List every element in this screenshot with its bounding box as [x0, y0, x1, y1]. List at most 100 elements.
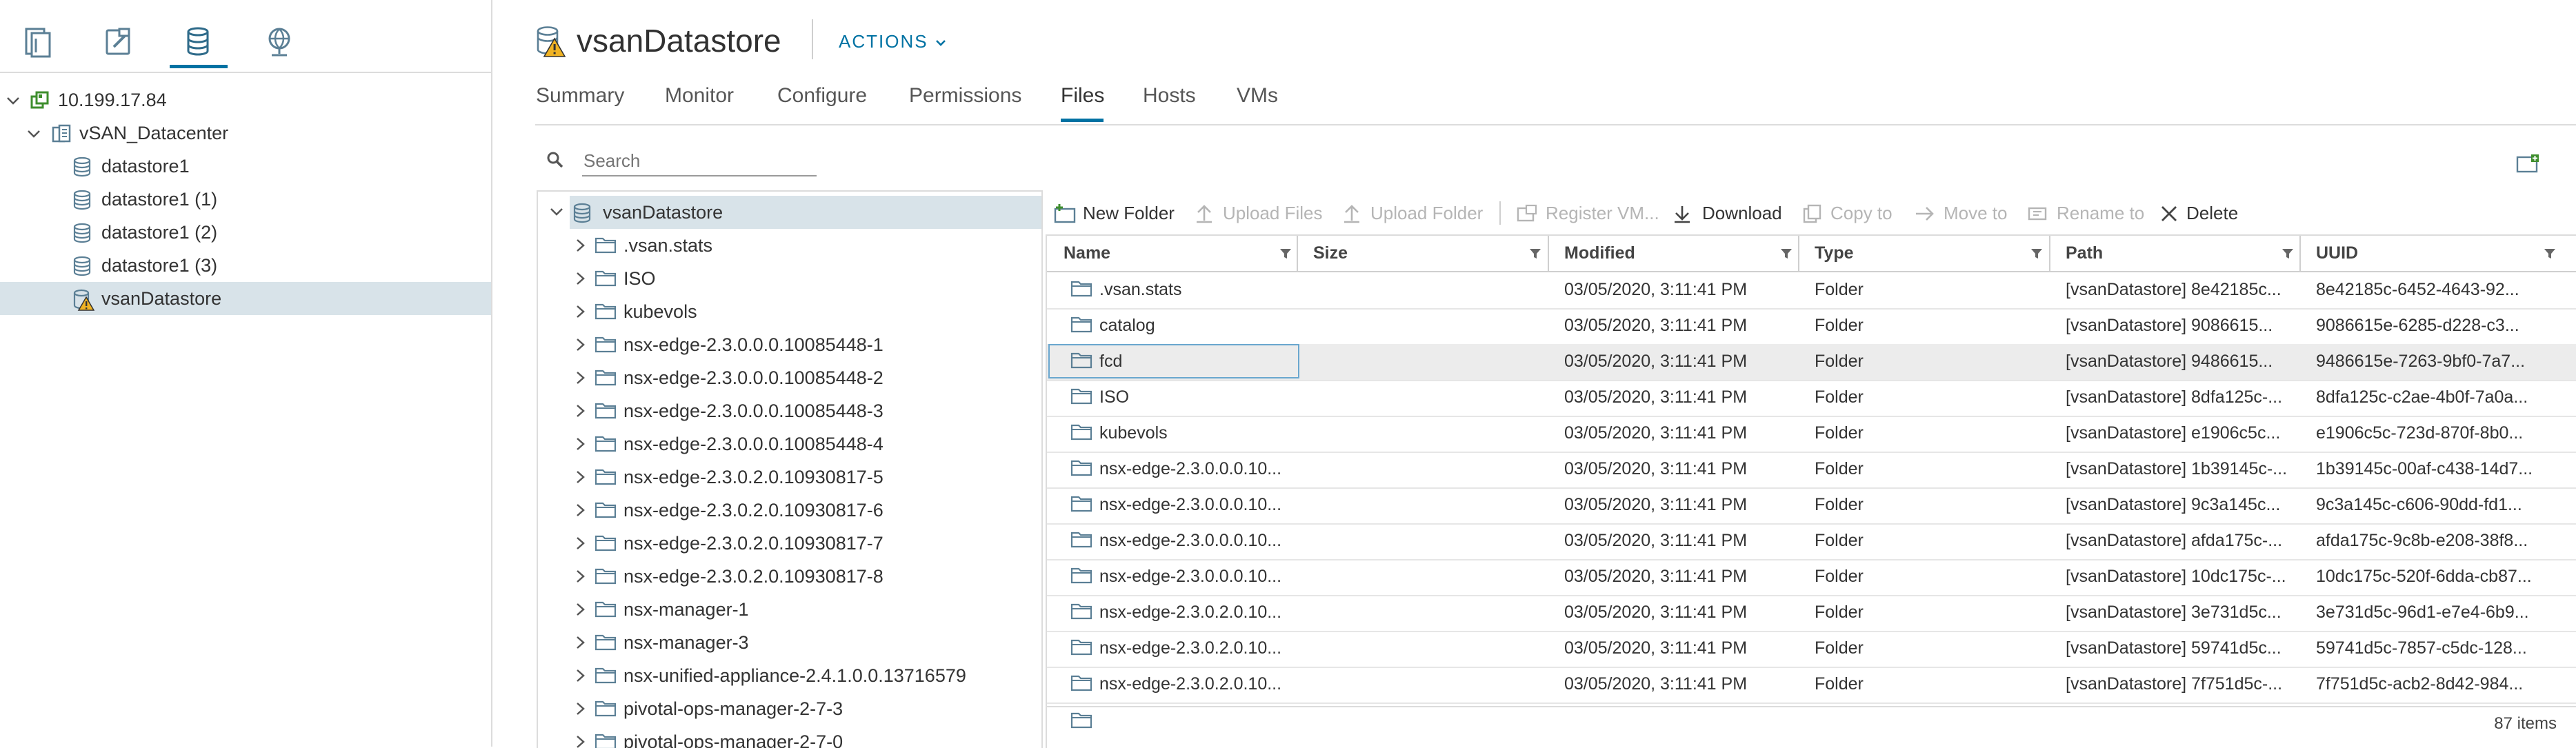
- tab-summary[interactable]: Summary: [536, 84, 624, 108]
- chevron-down-icon[interactable]: [26, 126, 41, 141]
- table-row[interactable]: nsx-edge-2.3.0.0.0.10... 03/05/2020, 3:11…: [1047, 559, 2576, 596]
- file-tree-item[interactable]: pivotal-ops-manager-2-7-3: [538, 692, 1039, 725]
- chevron-right-icon[interactable]: [572, 700, 588, 717]
- chevron-right-icon[interactable]: [572, 667, 588, 684]
- tree-item-datastore[interactable]: datastore1 (3): [0, 249, 491, 282]
- chevron-right-icon[interactable]: [572, 403, 588, 419]
- table-row[interactable]: nsx-edge-2.3.0.2.0.10... 03/05/2020, 3:11…: [1047, 595, 2576, 632]
- chevron-right-icon[interactable]: [572, 634, 588, 651]
- chevron-right-icon[interactable]: [572, 502, 588, 518]
- file-tree-item[interactable]: nsx-edge-2.3.0.0.0.10085448-2: [538, 361, 1039, 394]
- tree-item-vcenter[interactable]: 10.199.17.84: [0, 83, 491, 117]
- column-header-path[interactable]: Path: [2066, 236, 2299, 271]
- focused-cell-outline: [1048, 344, 1299, 378]
- cell-name: .vsan.stats: [1099, 280, 1182, 299]
- column-separator[interactable]: [2049, 236, 2050, 271]
- chevron-right-icon[interactable]: [572, 734, 588, 748]
- chevron-right-icon[interactable]: [572, 436, 588, 452]
- tab-hosts[interactable]: Hosts: [1143, 84, 1196, 108]
- file-tree-item[interactable]: nsx-edge-2.3.0.2.0.10930817-7: [538, 527, 1039, 560]
- tree-item-datastore[interactable]: datastore1 (1): [0, 183, 491, 216]
- chevron-down-icon[interactable]: [6, 93, 21, 108]
- table-row[interactable]: .vsan.stats 03/05/2020, 3:11:41 PM Folder […: [1047, 272, 2576, 310]
- table-row[interactable]: nsx-edge-2.3.0.0.0.10... 03/05/2020, 3:11…: [1047, 487, 2576, 525]
- tree-item-datacenter[interactable]: vSAN_Datacenter: [0, 117, 491, 150]
- chevron-right-icon[interactable]: [572, 568, 588, 585]
- chevron-right-icon[interactable]: [572, 370, 588, 386]
- chevron-right-icon[interactable]: [572, 469, 588, 485]
- tree-item-label: datastore1 (2): [101, 222, 218, 243]
- tab-vms[interactable]: VMs: [1237, 84, 1278, 108]
- column-separator[interactable]: [1548, 236, 1549, 271]
- tab-permissions[interactable]: Permissions: [909, 84, 1021, 108]
- file-tree-item[interactable]: nsx-manager-1: [538, 593, 1039, 626]
- file-tree-item[interactable]: pivotal-ops-manager-2-7-0: [538, 725, 1039, 748]
- file-tree-item[interactable]: nsx-unified-appliance-2.4.1.0.0.13716579: [538, 659, 1039, 692]
- table-row[interactable]: nsx-edge-2.3.0.0.0.10... 03/05/2020, 3:11…: [1047, 452, 2576, 489]
- table-row[interactable]: nsx-edge-2.3.0.2.0.10... 03/05/2020, 3:11…: [1047, 631, 2576, 668]
- cell-type: Folder: [1815, 674, 1864, 694]
- file-tree-item[interactable]: nsx-edge-2.3.0.2.0.10930817-8: [538, 560, 1039, 593]
- column-header-name[interactable]: Name: [1064, 236, 1297, 271]
- column-header-modified[interactable]: Modified: [1564, 236, 1797, 271]
- folder-icon: [595, 567, 617, 585]
- file-tree-item[interactable]: nsx-edge-2.3.0.2.0.10930817-6: [538, 494, 1039, 527]
- tree-item-datastore[interactable]: datastore1: [0, 150, 491, 183]
- column-header-type[interactable]: Type: [1815, 236, 2048, 271]
- filter-icon[interactable]: [2281, 247, 2295, 261]
- new-datastore-folder-icon[interactable]: [2516, 153, 2539, 174]
- filter-icon[interactable]: [2543, 247, 2557, 261]
- table-row[interactable]: fcd 03/05/2020, 3:11:41 PM Folder [vsanData…: [1047, 344, 2576, 381]
- actions-menu-button[interactable]: ACTIONS: [839, 31, 947, 52]
- file-tree-item-label: .vsan.stats: [623, 235, 713, 256]
- inventory-pane: 10.199.17.84 vSAN_Datacenter datastore1 …: [0, 0, 492, 747]
- chevron-right-icon[interactable]: [572, 601, 588, 618]
- tabs-divider: [535, 124, 2576, 125]
- column-separator[interactable]: [1798, 236, 1799, 271]
- file-tree-item[interactable]: .vsan.stats: [538, 229, 1039, 262]
- cell-name: kubevols: [1099, 423, 1168, 443]
- column-separator[interactable]: [1297, 236, 1298, 271]
- search-input[interactable]: [582, 146, 817, 176]
- register-vm-label: Register VM...: [1546, 203, 1659, 223]
- file-tree-item[interactable]: nsx-edge-2.3.0.2.0.10930817-5: [538, 461, 1039, 494]
- table-row[interactable]: nsx-edge-2.3.0.2.0.10... 03/05/2020, 3:11…: [1047, 667, 2576, 704]
- file-tree-item[interactable]: nsx-edge-2.3.0.0.0.10085448-4: [538, 427, 1039, 461]
- column-header-uuid[interactable]: UUID: [2316, 236, 2561, 271]
- table-row[interactable]: catalog 03/05/2020, 3:11:41 PM Folder [vsan…: [1047, 308, 2576, 345]
- file-tree-item[interactable]: nsx-edge-2.3.0.0.0.10085448-3: [538, 394, 1039, 427]
- file-tree-item[interactable]: ISO: [538, 262, 1039, 295]
- folder-icon: [1070, 638, 1092, 656]
- tree-item-vsandatastore-selected[interactable]: vsanDatastore: [0, 282, 491, 315]
- filter-icon[interactable]: [1779, 247, 1793, 261]
- filter-icon[interactable]: [1528, 247, 1542, 261]
- column-header-size[interactable]: Size: [1313, 236, 1546, 271]
- file-tree-item-label: nsx-manager-3: [623, 632, 749, 653]
- tab-monitor[interactable]: Monitor: [665, 84, 734, 108]
- column-separator[interactable]: [2299, 236, 2301, 271]
- chevron-right-icon[interactable]: [572, 336, 588, 353]
- chevron-right-icon[interactable]: [572, 270, 588, 287]
- file-tree-item[interactable]: kubevols: [538, 295, 1039, 328]
- hosts-clusters-icon[interactable]: [21, 25, 55, 59]
- storage-icon[interactable]: [181, 25, 215, 59]
- chevron-right-icon[interactable]: [572, 303, 588, 320]
- file-tree-item[interactable]: nsx-manager-3: [538, 626, 1039, 659]
- file-tree-root[interactable]: vsanDatastore: [538, 196, 1039, 229]
- file-tree-item[interactable]: nsx-edge-2.3.0.0.0.10085448-1: [538, 328, 1039, 361]
- tab-configure[interactable]: Configure: [777, 84, 867, 108]
- chevron-right-icon[interactable]: [572, 535, 588, 552]
- filter-icon[interactable]: [2030, 247, 2044, 261]
- chevron-right-icon[interactable]: [572, 237, 588, 254]
- tab-files[interactable]: Files: [1061, 84, 1104, 108]
- filter-icon[interactable]: [1279, 247, 1292, 261]
- table-row[interactable]: ISO 03/05/2020, 3:11:41 PM Folder [vsanData…: [1047, 380, 2576, 417]
- cell-path: [vsanDatastore] 1b39145c-...: [2066, 459, 2288, 478]
- chevron-down-icon[interactable]: [549, 204, 564, 219]
- table-row[interactable]: nsx-edge-2.3.0.0.0.10... 03/05/2020, 3:11…: [1047, 523, 2576, 560]
- vms-templates-icon[interactable]: [101, 25, 136, 59]
- tree-item-datastore[interactable]: datastore1 (2): [0, 216, 491, 249]
- table-row[interactable]: kubevols 03/05/2020, 3:11:41 PM Folder [vsa…: [1047, 416, 2576, 453]
- folder-icon: [595, 633, 617, 651]
- networking-icon[interactable]: [262, 25, 297, 59]
